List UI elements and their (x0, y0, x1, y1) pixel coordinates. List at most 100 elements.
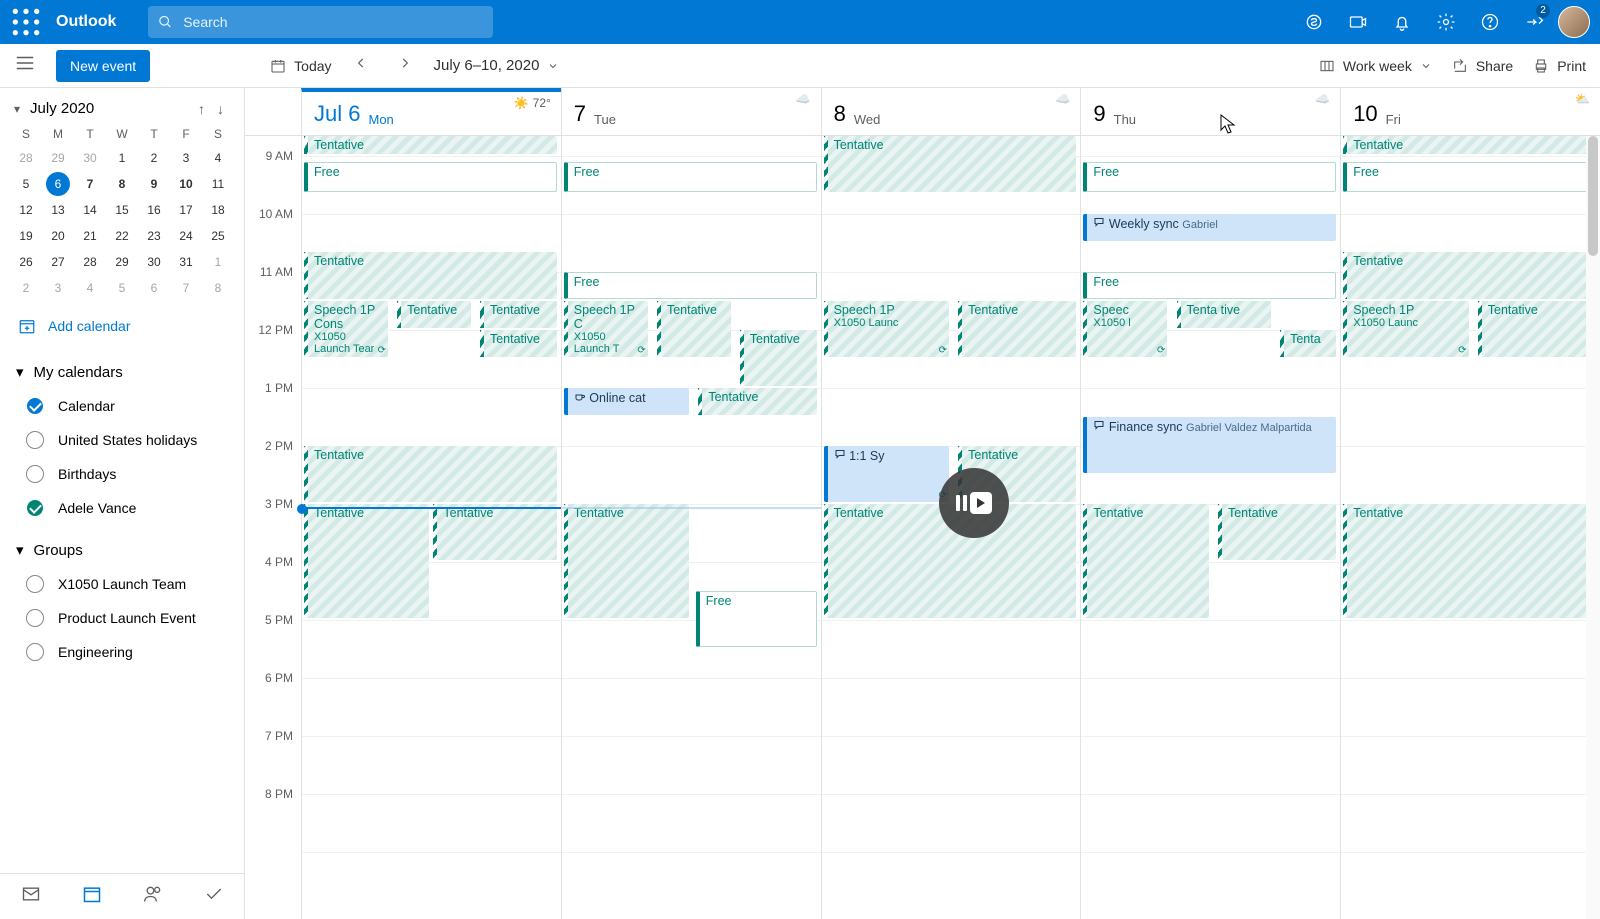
calendar-event[interactable]: Speech 1P CX1050 Launch T⟳ (564, 301, 648, 357)
mini-day[interactable]: 2 (142, 146, 166, 170)
mini-day[interactable]: 29 (110, 250, 134, 274)
mini-day[interactable]: 7 (174, 276, 198, 300)
mini-day[interactable]: 5 (110, 276, 134, 300)
calendar-event[interactable]: Tentative (304, 446, 557, 502)
mini-day[interactable]: 3 (174, 146, 198, 170)
mini-day[interactable]: 24 (174, 224, 198, 248)
calendar-event[interactable]: Tentative (304, 136, 557, 154)
mini-day[interactable]: 13 (46, 198, 70, 222)
mini-day[interactable]: 16 (142, 198, 166, 222)
mini-day[interactable]: 23 (142, 224, 166, 248)
calendar-event[interactable]: Tentative (1083, 504, 1208, 618)
checkbox-icon[interactable] (26, 643, 44, 661)
calendar-list-item[interactable]: Adele Vance (8, 491, 236, 525)
mini-day[interactable]: 10 (174, 172, 198, 196)
mini-day[interactable]: 20 (46, 224, 70, 248)
teams-icon[interactable] (1338, 0, 1378, 44)
search-input[interactable] (183, 14, 483, 30)
mini-day[interactable]: 21 (78, 224, 102, 248)
chevron-down-icon[interactable]: ▾ (14, 102, 20, 116)
calendar-event[interactable]: Free (1083, 272, 1336, 299)
checkbox-icon[interactable] (26, 397, 44, 415)
calendar-event[interactable]: Free (564, 162, 817, 192)
calendar-event[interactable]: Tentative (304, 504, 429, 618)
mini-day[interactable]: 1 (110, 146, 134, 170)
print-button[interactable]: Print (1533, 58, 1586, 74)
skype-icon[interactable] (1294, 0, 1334, 44)
calendar-event[interactable]: Tentative (1343, 136, 1596, 154)
mail-icon[interactable] (21, 884, 41, 909)
mini-day[interactable]: 6 (46, 172, 70, 196)
calendar-event[interactable]: Speech 1P ConsX1050 Launch Tear⟳ (304, 301, 388, 357)
mini-day[interactable]: 14 (78, 198, 102, 222)
calendar-event[interactable]: Tentative (480, 301, 557, 328)
day-header[interactable]: 9Thu☁️ (1080, 88, 1340, 135)
mini-day[interactable]: 17 (174, 198, 198, 222)
day-column[interactable]: FreeFreeSpeech 1P CX1050 Launch T⟳Tentat… (561, 136, 821, 919)
mini-day[interactable]: 28 (14, 146, 38, 170)
search-box[interactable] (148, 6, 493, 38)
prev-month-button[interactable]: ↑ (192, 101, 211, 117)
mini-day[interactable]: 27 (46, 250, 70, 274)
day-header[interactable]: 7Tue☁️ (561, 88, 821, 135)
help-icon[interactable] (1470, 0, 1510, 44)
mini-day[interactable]: 18 (206, 198, 230, 222)
prev-week-button[interactable] (346, 52, 376, 79)
calendar-event[interactable]: Tentative (740, 330, 817, 386)
calendar-event[interactable]: Tentative (1343, 504, 1596, 618)
day-column[interactable]: TentativeFreeTentativeSpeech 1PX1050 Lau… (1340, 136, 1600, 919)
mini-day[interactable]: 5 (14, 172, 38, 196)
checkbox-icon[interactable] (26, 499, 44, 517)
scrollbar[interactable] (1586, 136, 1600, 919)
calendar-event[interactable]: Tentative (1478, 301, 1596, 357)
calendar-event[interactable]: Tentative (433, 504, 556, 560)
calendar-event[interactable]: Tentative (304, 252, 557, 299)
groups-header[interactable]: ▾ Groups (8, 533, 236, 567)
mini-day[interactable]: 6 (142, 276, 166, 300)
calendar-list-item[interactable]: Calendar (8, 389, 236, 423)
calendar-event[interactable]: Tentative (657, 301, 731, 357)
calendar-event[interactable]: Speech 1PX1050 Launc⟳ (824, 301, 949, 357)
day-header[interactable]: Jul 6Mon☀️72° (301, 88, 561, 135)
mini-day[interactable]: 31 (174, 250, 198, 274)
settings-icon[interactable] (1426, 0, 1466, 44)
mini-day[interactable]: 2 (14, 276, 38, 300)
next-month-button[interactable]: ↓ (211, 101, 230, 117)
mini-day[interactable]: 22 (110, 224, 134, 248)
video-play-overlay[interactable] (939, 468, 1009, 538)
mini-day[interactable]: 29 (46, 146, 70, 170)
calendar-event[interactable]: Tentative (564, 504, 689, 618)
mini-day[interactable]: 15 (110, 198, 134, 222)
checkbox-icon[interactable] (26, 431, 44, 449)
mini-day[interactable]: 19 (14, 224, 38, 248)
day-column[interactable]: Free Weekly sync GabrielFreeSpeecX1050 l… (1080, 136, 1340, 919)
calendar-event[interactable]: Finance sync Gabriel Valdez Malpartida (1083, 417, 1336, 473)
calendar-event[interactable]: Tentative (824, 136, 1077, 192)
new-event-button[interactable]: New event (56, 50, 150, 82)
share-button[interactable]: Share (1452, 58, 1513, 74)
day-header[interactable]: 10Fri⛅ (1340, 88, 1600, 135)
app-launcher-icon[interactable] (10, 6, 42, 38)
calendar-event[interactable]: SpeecX1050 l⟳ (1083, 301, 1167, 357)
mini-day[interactable]: 12 (14, 198, 38, 222)
mini-day[interactable]: 3 (46, 276, 70, 300)
todo-icon[interactable] (204, 884, 224, 909)
mini-day[interactable]: 25 (206, 224, 230, 248)
mini-day[interactable]: 11 (206, 172, 230, 196)
mini-day[interactable]: 7 (78, 172, 102, 196)
calendar-event[interactable]: Tenta tive (1177, 301, 1271, 328)
calendar-event[interactable]: Free (1083, 162, 1336, 192)
calendar-event[interactable]: Tenta (1280, 330, 1336, 357)
my-calendars-header[interactable]: ▾ My calendars (8, 355, 236, 389)
calendar-event[interactable]: Weekly sync Gabriel (1083, 214, 1336, 241)
today-button[interactable]: Today (270, 58, 331, 74)
calendar-event[interactable]: Tentative (1343, 252, 1596, 299)
date-range-button[interactable]: July 6–10, 2020 (434, 57, 560, 74)
day-header[interactable]: 8Wed☁️ (821, 88, 1081, 135)
mini-day[interactable]: 8 (110, 172, 134, 196)
calendar-event[interactable]: Speech 1PX1050 Launc⟳ (1343, 301, 1468, 357)
mini-day[interactable]: 4 (206, 146, 230, 170)
calendar-event[interactable]: Tentative (958, 301, 1076, 357)
checkbox-icon[interactable] (26, 465, 44, 483)
calendar-icon[interactable] (82, 884, 102, 909)
